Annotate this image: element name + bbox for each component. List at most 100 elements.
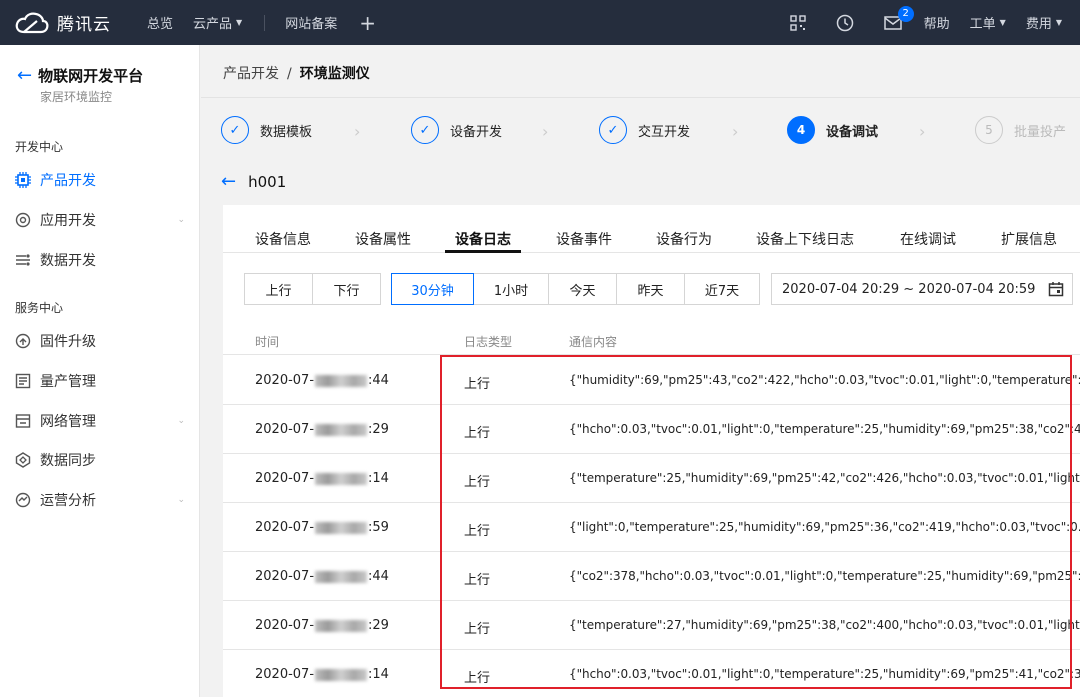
breadcrumb-parent[interactable]: 产品开发 xyxy=(223,66,279,82)
header-divider xyxy=(201,97,1080,98)
chevron-down-icon: ⌄ xyxy=(177,215,185,225)
log-time-prefix: 2020-07- xyxy=(255,520,315,535)
log-time-suffix: :14 xyxy=(368,471,389,486)
filter-upstream[interactable]: 上行 xyxy=(244,273,313,305)
log-time-prefix: 2020-07- xyxy=(255,569,315,584)
sidebar: ← 物联网开发平台 家居环境监控 开发中心 产品开发 应用开发 ⌄ 数据开发 服… xyxy=(0,45,200,697)
range-30min[interactable]: 30分钟 xyxy=(391,273,474,305)
app-target-icon xyxy=(15,212,31,228)
step-interaction-dev[interactable]: ✓ 交互开发 xyxy=(599,116,690,144)
sidebar-item-label: 运营分析 xyxy=(40,493,96,509)
sidebar-item-label: 网络管理 xyxy=(40,414,96,430)
chevron-right-icon: › xyxy=(919,122,926,141)
range-7days[interactable]: 近7天 xyxy=(684,273,760,305)
step-device-dev[interactable]: ✓ 设备开发 xyxy=(411,116,502,144)
back-arrow-icon[interactable]: ← xyxy=(221,171,236,192)
add-icon[interactable]: + xyxy=(359,11,376,35)
sidebar-item-data-dev[interactable]: 数据开发 xyxy=(15,250,185,270)
redacted-time xyxy=(315,521,368,534)
nav-divider xyxy=(264,14,266,31)
sidebar-item-analytics[interactable]: 运营分析 ⌄ xyxy=(15,490,185,510)
log-time: 2020-07- :44 xyxy=(255,569,389,584)
firmware-upgrade-icon xyxy=(15,333,31,349)
check-icon: ✓ xyxy=(221,116,249,144)
group-dev-center: 开发中心 xyxy=(15,140,64,154)
sidebar-item-app-dev[interactable]: 应用开发 ⌄ xyxy=(15,210,185,230)
platform-title: 物联网开发平台 xyxy=(38,67,144,85)
log-time: 2020-07-:44 xyxy=(255,373,389,388)
brand-logo[interactable]: 腾讯云 xyxy=(15,10,127,35)
column-log-type: 日志类型 xyxy=(464,335,513,349)
chip-icon xyxy=(15,172,31,188)
sidebar-item-mass-production[interactable]: 量产管理 xyxy=(15,371,185,391)
breadcrumb: 产品开发 / 环境监测仪 xyxy=(223,63,370,83)
range-yesterday[interactable]: 昨天 xyxy=(616,273,685,305)
mail-icon[interactable]: 2 xyxy=(883,5,914,30)
sidebar-item-network[interactable]: 网络管理 ⌄ xyxy=(15,411,185,431)
sidebar-back-link[interactable]: ← 物联网开发平台 xyxy=(17,65,143,86)
log-time-suffix: :29 xyxy=(368,422,389,437)
log-time-suffix: :44 xyxy=(368,373,389,388)
sidebar-item-firmware[interactable]: 固件升级 xyxy=(15,331,185,351)
log-time-suffix: :29 xyxy=(368,618,389,633)
date-range-picker[interactable]: 2020-07-04 20:29 ~ 2020-07-04 20:59 xyxy=(771,273,1073,305)
nav-billing[interactable]: 费用 ▼ xyxy=(1026,13,1062,32)
nav-tickets[interactable]: 工单 ▼ xyxy=(970,13,1006,32)
range-today[interactable]: 今天 xyxy=(548,273,617,305)
chevron-down-icon: ▼ xyxy=(1055,18,1062,27)
log-time-suffix: :44 xyxy=(368,569,389,584)
nav-overview[interactable]: 总览 xyxy=(147,13,173,32)
tab-device-actions[interactable]: 设备行为 xyxy=(656,229,712,249)
sidebar-item-product-dev[interactable]: 产品开发 xyxy=(15,170,185,190)
tab-online-debug[interactable]: 在线调试 xyxy=(900,229,956,249)
list-icon xyxy=(15,373,31,389)
step-label: 交互开发 xyxy=(638,124,691,140)
redacted-time xyxy=(315,472,368,485)
tab-device-log[interactable]: 设备日志 xyxy=(455,229,511,249)
clock-icon[interactable] xyxy=(836,14,854,32)
back-arrow-icon[interactable]: ← xyxy=(17,66,32,85)
qr-code-icon[interactable] xyxy=(789,14,806,31)
nav-website-filing[interactable]: 网站备案 xyxy=(285,13,337,32)
device-name: h001 xyxy=(248,172,287,191)
main-content: 产品开发 / 环境监测仪 ✓ 数据模板 › ✓ 设备开发 › ✓ 交互开发 › 4 … xyxy=(201,45,1080,697)
tab-extended-info[interactable]: 扩展信息 xyxy=(1001,229,1057,249)
redacted-time xyxy=(315,668,368,681)
tab-device-info[interactable]: 设备信息 xyxy=(255,229,311,249)
log-time: 2020-07-:59 xyxy=(255,520,389,535)
step-data-template[interactable]: ✓ 数据模板 xyxy=(221,116,312,144)
log-time-prefix: 2020-07- xyxy=(255,667,315,682)
redacted-time xyxy=(315,570,368,583)
active-tab-indicator xyxy=(445,250,521,253)
step-number: 5 xyxy=(975,116,1003,144)
breadcrumb-separator: / xyxy=(287,66,292,82)
step-label: 设备调试 xyxy=(826,124,879,140)
step-label: 设备开发 xyxy=(450,124,503,140)
nav-cloud-products-label: 云产品 xyxy=(193,17,233,32)
data-flow-icon xyxy=(15,252,31,268)
sidebar-item-data-sync[interactable]: 数据同步 xyxy=(15,450,185,470)
chevron-down-icon: ▼ xyxy=(236,18,243,27)
step-device-debug[interactable]: 4 设备调试 xyxy=(787,116,878,144)
range-1hour[interactable]: 1小时 xyxy=(473,273,549,305)
chevron-right-icon: › xyxy=(732,122,739,141)
calendar-icon[interactable] xyxy=(1048,281,1064,301)
log-time-prefix: 2020-07- xyxy=(255,618,315,633)
check-icon: ✓ xyxy=(411,116,439,144)
nav-cloud-products[interactable]: 云产品 ▼ xyxy=(193,13,242,32)
redacted-time xyxy=(315,619,368,632)
log-time-prefix: 2020-07- xyxy=(255,422,315,437)
device-header: ← h001 xyxy=(221,171,286,192)
filter-downstream[interactable]: 下行 xyxy=(312,273,381,305)
nav-help[interactable]: 帮助 xyxy=(924,13,950,32)
redacted-time xyxy=(315,423,368,436)
redacted-time xyxy=(315,374,368,387)
sidebar-item-label: 产品开发 xyxy=(40,173,96,189)
tab-online-offline-log[interactable]: 设备上下线日志 xyxy=(756,229,854,249)
chevron-down-icon: ⌄ xyxy=(177,495,185,505)
check-icon: ✓ xyxy=(599,116,627,144)
tab-device-events[interactable]: 设备事件 xyxy=(556,229,612,249)
step-batch-production[interactable]: 5 批量投产 xyxy=(975,116,1066,144)
step-label: 批量投产 xyxy=(1014,124,1067,140)
tab-device-properties[interactable]: 设备属性 xyxy=(355,229,411,249)
